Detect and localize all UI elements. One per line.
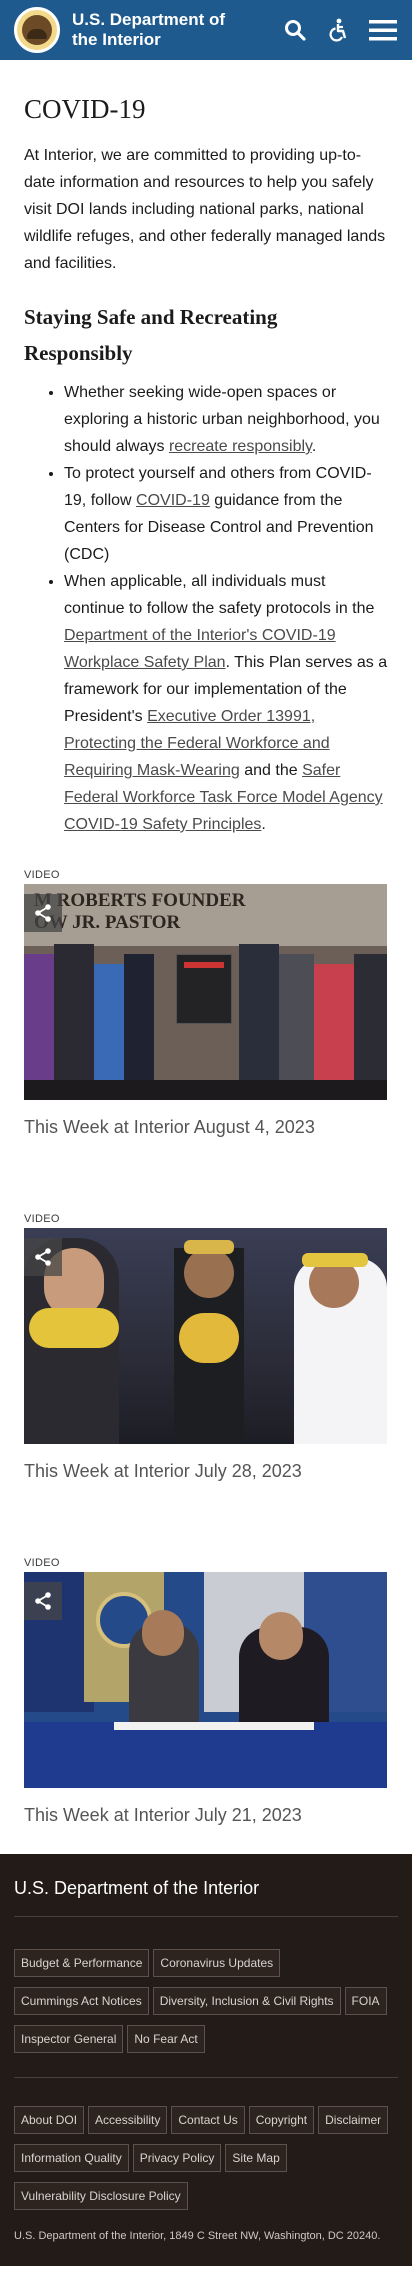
footer-link[interactable]: Budget & Performance bbox=[14, 1949, 150, 1977]
footer-address: U.S. Department of the Interior, 1849 C … bbox=[14, 2230, 381, 2242]
footer-link[interactable]: About DOI bbox=[14, 2106, 85, 2134]
video-card: VIDEO This Week at Interior July 21, 202… bbox=[24, 1556, 388, 1828]
footer-link[interactable]: Coronavirus Updates bbox=[153, 1949, 281, 1977]
safety-list: Whether seeking wide-open spaces or expl… bbox=[24, 379, 388, 838]
video-thumbnail[interactable] bbox=[24, 1572, 387, 1788]
footer-link[interactable]: Information Quality bbox=[14, 2144, 129, 2172]
footer-link[interactable]: No Fear Act bbox=[127, 2025, 205, 2053]
accessibility-icon[interactable] bbox=[324, 15, 354, 45]
site-footer: U.S. Department of the Interior Budget &… bbox=[0, 1854, 412, 2266]
sign-text: M ROBERTS FOUNDER OW JR. PASTOR bbox=[34, 890, 246, 933]
covid19-cdc-link[interactable]: COVID-19 bbox=[136, 492, 210, 509]
video-label: VIDEO bbox=[24, 1213, 60, 1225]
share-icon[interactable] bbox=[24, 1582, 62, 1620]
video-label: VIDEO bbox=[24, 869, 60, 881]
footer-link[interactable]: Site Map bbox=[225, 2144, 287, 2172]
list-item: When applicable, all individuals must co… bbox=[64, 568, 388, 838]
footer-link[interactable]: Diversity, Inclusion & Civil Rights bbox=[152, 1987, 341, 2015]
footer-title[interactable]: U.S. Department of the Interior bbox=[14, 1876, 398, 1900]
footer-link[interactable]: Privacy Policy bbox=[132, 2144, 222, 2172]
video-label: VIDEO bbox=[24, 1557, 60, 1569]
header-icons bbox=[266, 15, 398, 45]
footer-link[interactable]: Disclaimer bbox=[318, 2106, 389, 2134]
section-title: Staying Safe and Recreating Responsibly bbox=[24, 305, 278, 365]
footer-links-primary: Budget & Performance Coronavirus Updates… bbox=[14, 1949, 398, 2063]
footer-divider bbox=[14, 1916, 398, 1917]
video-thumbnail[interactable]: M ROBERTS FOUNDER OW JR. PASTOR bbox=[24, 884, 387, 1100]
video-title[interactable]: This Week at Interior August 4, 2023 bbox=[24, 1114, 388, 1140]
recreate-responsibly-link[interactable]: recreate responsibly bbox=[169, 438, 312, 455]
footer-links-secondary: About DOI Accessibility Contact Us Copyr… bbox=[14, 2106, 398, 2220]
footer-divider bbox=[14, 2077, 398, 2078]
footer-link[interactable]: FOIA bbox=[344, 1987, 387, 2015]
main-content: COVID-19 At Interior, we are committed t… bbox=[0, 84, 412, 1828]
footer-link[interactable]: Contact Us bbox=[171, 2106, 245, 2134]
video-card: VIDEO This Week at Interior July 28, 202… bbox=[24, 1212, 388, 1484]
share-icon[interactable] bbox=[24, 894, 62, 932]
video-title[interactable]: This Week at Interior July 21, 2023 bbox=[24, 1802, 388, 1828]
footer-link[interactable]: Copyright bbox=[248, 2106, 315, 2134]
intro-paragraph: At Interior, we are committed to providi… bbox=[24, 147, 386, 272]
footer-link[interactable]: Inspector General bbox=[14, 2025, 124, 2053]
doi-seal-logo[interactable] bbox=[14, 7, 60, 53]
menu-icon[interactable] bbox=[368, 15, 398, 45]
site-header: U.S. Department of the Interior bbox=[0, 0, 412, 60]
video-title[interactable]: This Week at Interior July 28, 2023 bbox=[24, 1458, 388, 1484]
agency-name[interactable]: U.S. Department of the Interior bbox=[72, 10, 252, 50]
video-card: VIDEO M ROBERTS FOUNDER OW JR. PASTOR Th… bbox=[24, 868, 388, 1140]
list-item: Whether seeking wide-open spaces or expl… bbox=[64, 379, 388, 460]
footer-link[interactable]: Cummings Act Notices bbox=[14, 1987, 149, 2015]
footer-link[interactable]: Vulnerability Disclosure Policy bbox=[14, 2182, 188, 2210]
footer-link[interactable]: Accessibility bbox=[88, 2106, 168, 2134]
share-icon[interactable] bbox=[24, 1238, 62, 1276]
search-icon[interactable] bbox=[280, 15, 310, 45]
video-thumbnail[interactable] bbox=[24, 1228, 387, 1444]
list-item: To protect yourself and others from COVI… bbox=[64, 460, 388, 568]
page-title: COVID-19 bbox=[24, 94, 146, 124]
